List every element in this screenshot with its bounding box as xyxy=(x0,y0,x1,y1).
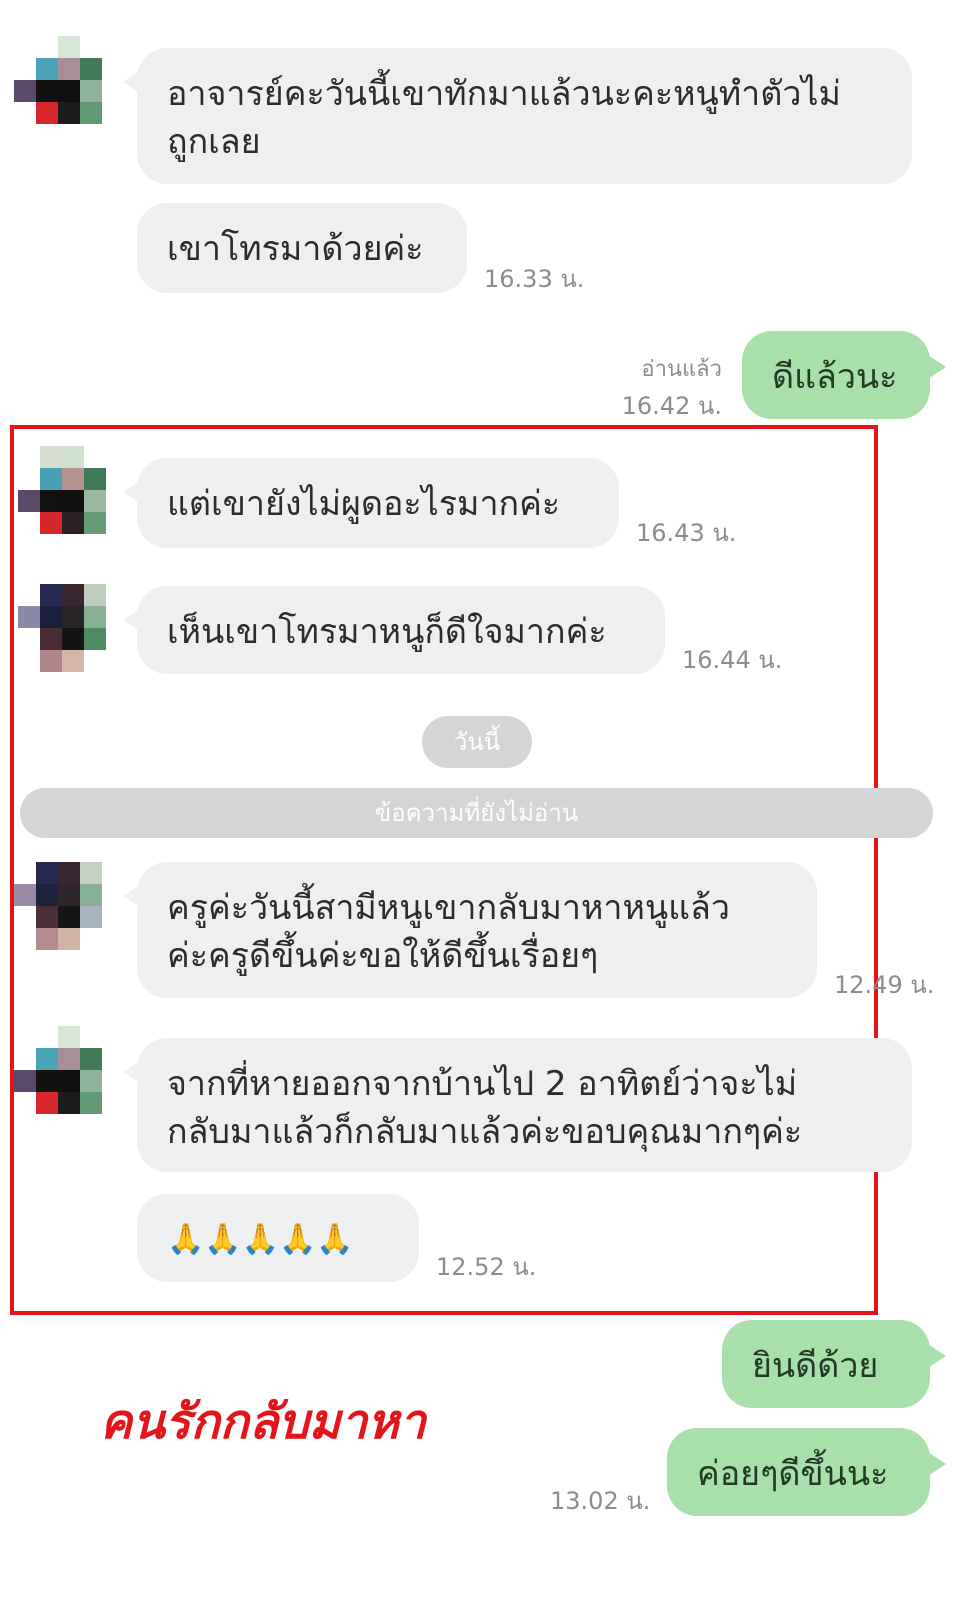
message-bubble[interactable]: เขาโทรมาด้วยค่ะ xyxy=(137,203,467,293)
message-text: เขาโทรมาด้วยค่ะ xyxy=(167,229,424,269)
message-text-line: ถูกเลย xyxy=(167,122,261,162)
message-text: เห็นเขาโทรมาหนูก็ดีใจมากค่ะ xyxy=(167,612,607,652)
message-timestamp: 16.43 น. xyxy=(636,519,737,547)
avatar[interactable] xyxy=(18,446,106,550)
message-text: แต่เขายังไม่ผูดอะไรมากค่ะ xyxy=(167,484,561,524)
message-text: ดีแล้วนะ xyxy=(772,357,898,397)
message-bubble[interactable]: จากที่หายออกจากบ้านไป 2 อาทิตย์ว่าจะไม่ … xyxy=(123,1038,912,1172)
message-timestamp: 13.02 น. xyxy=(550,1487,651,1515)
unread-messages-divider: ข้อความที่ยังไม่อ่าน xyxy=(20,788,933,838)
message-bubble[interactable]: ครูค่ะวันนี้สามีหนูเขากลับมาหาหนูแล้ว ค่… xyxy=(123,862,817,998)
message-text-line: ครูค่ะวันนี้สามีหนูเขากลับมาหาหนูแล้ว xyxy=(167,888,730,928)
message-bubble[interactable]: ยินดีด้วย xyxy=(722,1320,946,1408)
message-text: ยินดีด้วย xyxy=(752,1346,879,1386)
message-bubble[interactable]: ดีแล้วนะ xyxy=(742,331,946,419)
message-text-line: อาจารย์คะวันนี้เขาทักมาแล้วนะคะหนูทำตัวไ… xyxy=(167,74,841,114)
message-timestamp: 16.33 น. xyxy=(484,265,585,293)
message-bubble[interactable]: แต่เขายังไม่ผูดอะไรมากค่ะ xyxy=(123,458,619,548)
message-bubble[interactable]: เห็นเขาโทรมาหนูก็ดีใจมากค่ะ xyxy=(123,586,665,674)
message-text: ค่อยๆดีขึ้นนะ xyxy=(697,1454,889,1494)
message-timestamp: 16.42 น. xyxy=(621,392,722,420)
avatar[interactable] xyxy=(14,1026,102,1130)
message-timestamp: 16.44 น. xyxy=(682,646,783,674)
chat-thread: อาจารย์คะวันนี้เขาทักมาแล้วนะคะหนูทำตัวไ… xyxy=(0,0,980,1613)
praying-hands-emoji: 🙏🙏🙏🙏🙏 xyxy=(167,1222,354,1257)
avatar[interactable] xyxy=(14,862,102,966)
message-bubble[interactable]: 🙏🙏🙏🙏🙏 xyxy=(137,1194,419,1282)
message-text-line: จากที่หายออกจากบ้านไป 2 อาทิตย์ว่าจะไม่ xyxy=(167,1064,798,1104)
message-timestamp: 12.52 น. xyxy=(436,1253,537,1281)
read-receipt: อ่านแล้ว xyxy=(641,357,722,382)
message-timestamp: 12.49 น. xyxy=(834,971,935,999)
date-separator: วันนี้ xyxy=(422,716,532,768)
avatar[interactable] xyxy=(18,584,106,688)
overlay-caption: คนรักกลับมาหา xyxy=(100,1394,426,1450)
message-bubble[interactable]: ค่อยๆดีขึ้นนะ xyxy=(667,1428,946,1516)
message-bubble[interactable]: อาจารย์คะวันนี้เขาทักมาแล้วนะคะหนูทำตัวไ… xyxy=(123,48,912,184)
message-text-line: กลับมาแล้วก็กลับมาแล้วค่ะขอบคุณมากๆค่ะ xyxy=(167,1112,803,1152)
message-text-line: ค่ะครูดีขึ้นค่ะขอให้ดีขึ้นเรื่อยๆ xyxy=(167,936,599,976)
avatar[interactable] xyxy=(14,36,102,140)
